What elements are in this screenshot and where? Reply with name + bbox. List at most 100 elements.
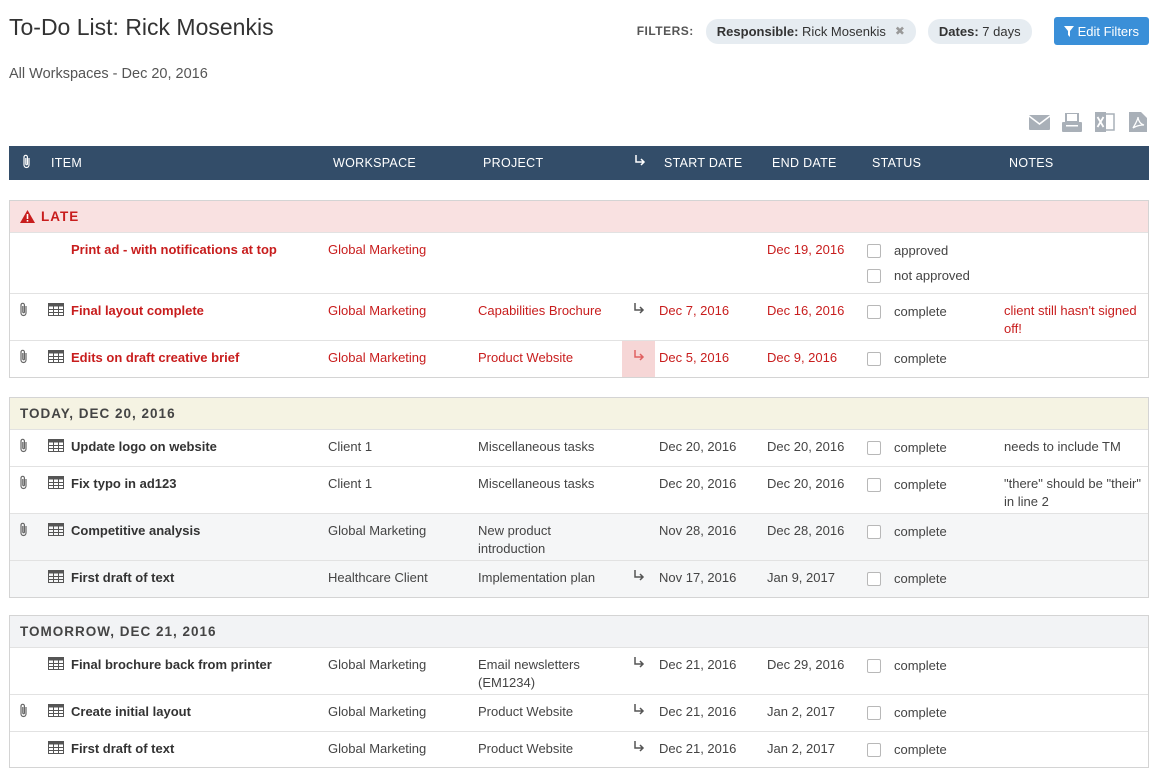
status-checkbox-row[interactable]: complete: [867, 303, 947, 321]
start-date-cell: Dec 20, 2016: [659, 439, 737, 454]
grid-icon[interactable]: [48, 523, 64, 541]
paperclip-icon[interactable]: [19, 349, 28, 369]
project-cell[interactable]: Miscellaneous tasks: [478, 438, 618, 456]
status-checkbox-row[interactable]: complete: [867, 570, 947, 588]
print-icon[interactable]: [1061, 112, 1083, 132]
item-title[interactable]: Edits on draft creative brief: [71, 349, 239, 367]
item-title[interactable]: Final brochure back from printer: [71, 656, 272, 674]
status-checkbox-row[interactable]: complete: [867, 523, 947, 541]
table-row[interactable]: Edits on draft creative brief Global Mar…: [10, 340, 1148, 377]
checkbox[interactable]: [867, 743, 881, 757]
column-header-item[interactable]: ITEM: [51, 156, 82, 170]
item-title[interactable]: Fix typo in ad123: [71, 475, 176, 493]
grid-icon[interactable]: [48, 350, 64, 368]
notes-cell[interactable]: needs to include TM: [1004, 438, 1142, 456]
status-checkbox-row[interactable]: complete: [867, 439, 947, 457]
filter-chip-dates[interactable]: Dates: 7 days: [927, 18, 1032, 44]
paperclip-icon[interactable]: [19, 302, 28, 322]
column-header-notes[interactable]: NOTES: [1009, 156, 1054, 170]
edit-filters-button[interactable]: Edit Filters: [1053, 17, 1149, 45]
status-label: complete: [894, 477, 947, 492]
column-header-project[interactable]: PROJECT: [483, 156, 543, 170]
grid-icon[interactable]: [48, 741, 64, 759]
dependency-arrow-icon[interactable]: [622, 695, 655, 721]
checkbox[interactable]: [867, 525, 881, 539]
project-cell[interactable]: Product Website: [478, 703, 618, 721]
status-checkbox-row[interactable]: complete: [867, 476, 947, 494]
column-header-status[interactable]: STATUS: [872, 156, 921, 170]
status-checkbox-row[interactable]: complete: [867, 741, 947, 759]
paperclip-icon[interactable]: [19, 475, 28, 495]
filter-chip-responsible[interactable]: Responsible: Rick Mosenkis ✖: [705, 18, 916, 44]
project-cell[interactable]: Implementation plan: [478, 569, 618, 587]
item-title[interactable]: Create initial layout: [71, 703, 191, 721]
checkbox[interactable]: [867, 244, 881, 258]
table-row[interactable]: First draft of text Global Marketing Pro…: [10, 731, 1148, 767]
project-cell[interactable]: Miscellaneous tasks: [478, 475, 618, 493]
table-row[interactable]: Final layout complete Global Marketing C…: [10, 293, 1148, 340]
status-checkbox-row[interactable]: not approved: [867, 267, 970, 285]
item-title[interactable]: Update logo on website: [71, 438, 217, 456]
project-cell[interactable]: Capabilities Brochure: [478, 302, 618, 320]
paperclip-icon[interactable]: [19, 703, 28, 723]
checkbox[interactable]: [867, 659, 881, 673]
status-checkbox-row[interactable]: approved: [867, 242, 970, 260]
grid-icon[interactable]: [48, 570, 64, 588]
checkbox[interactable]: [867, 441, 881, 455]
table-row[interactable]: Fix typo in ad123 Client 1 Miscellaneous…: [10, 466, 1148, 513]
status-label: complete: [894, 742, 947, 757]
excel-icon[interactable]: [1094, 112, 1116, 132]
item-title[interactable]: First draft of text: [71, 740, 174, 758]
dependency-arrow-icon[interactable]: [622, 648, 655, 674]
item-title[interactable]: First draft of text: [71, 569, 174, 587]
workspace-cell: Global Marketing: [328, 704, 427, 719]
grid-icon[interactable]: [48, 476, 64, 494]
table-row[interactable]: Create initial layout Global Marketing P…: [10, 694, 1148, 731]
workspace-cell: Global Marketing: [328, 657, 427, 672]
dependency-arrow-icon[interactable]: [622, 561, 655, 587]
project-cell[interactable]: New product introduction: [478, 522, 618, 558]
checkbox[interactable]: [867, 572, 881, 586]
grid-icon[interactable]: [48, 657, 64, 675]
paperclip-icon[interactable]: [19, 522, 28, 542]
column-header-end-date[interactable]: END DATE: [772, 156, 837, 170]
column-header-start-date[interactable]: START DATE: [664, 156, 742, 170]
remove-filter-icon[interactable]: ✖: [895, 24, 905, 38]
item-title[interactable]: Competitive analysis: [71, 522, 200, 540]
table-row[interactable]: Competitive analysis Global Marketing Ne…: [10, 513, 1148, 560]
status-cell: complete: [867, 523, 947, 548]
paperclip-icon[interactable]: [19, 438, 28, 458]
project-cell[interactable]: Product Website: [478, 740, 618, 758]
column-header-workspace[interactable]: WORKSPACE: [333, 156, 416, 170]
grid-icon[interactable]: [48, 303, 64, 321]
status-checkbox-row[interactable]: complete: [867, 657, 947, 675]
grid-icon[interactable]: [48, 704, 64, 722]
project-cell[interactable]: Email newsletters (EM1234): [478, 656, 618, 692]
dependency-arrow-icon[interactable]: [622, 341, 655, 377]
paperclip-icon[interactable]: [22, 154, 31, 172]
status-cell: complete: [867, 439, 947, 464]
dependency-arrow-icon[interactable]: [622, 294, 655, 320]
notes-cell[interactable]: "there" should be "their" in line 2: [1004, 475, 1142, 511]
grid-icon[interactable]: [48, 439, 64, 457]
checkbox[interactable]: [867, 269, 881, 283]
table-row[interactable]: Final brochure back from printer Global …: [10, 647, 1148, 694]
checkbox[interactable]: [867, 706, 881, 720]
item-title[interactable]: Final layout complete: [71, 302, 204, 320]
checkbox[interactable]: [867, 305, 881, 319]
notes-cell[interactable]: client still hasn't signed off!: [1004, 302, 1142, 338]
table-row[interactable]: Print ad - with notifications at top Glo…: [10, 232, 1148, 293]
checkbox[interactable]: [867, 478, 881, 492]
status-checkbox-row[interactable]: complete: [867, 704, 947, 722]
project-cell[interactable]: Product Website: [478, 349, 618, 367]
checkbox[interactable]: [867, 352, 881, 366]
dependency-arrow-icon[interactable]: [622, 732, 655, 758]
pdf-icon[interactable]: [1127, 112, 1149, 132]
table-row[interactable]: First draft of text Healthcare Client Im…: [10, 560, 1148, 597]
item-title[interactable]: Print ad - with notifications at top: [71, 241, 277, 259]
status-label: complete: [894, 658, 947, 673]
start-date-cell: Nov 17, 2016: [659, 570, 737, 585]
table-row[interactable]: Update logo on website Client 1 Miscella…: [10, 429, 1148, 466]
status-checkbox-row[interactable]: complete: [867, 350, 947, 368]
envelope-icon[interactable]: [1028, 112, 1050, 132]
